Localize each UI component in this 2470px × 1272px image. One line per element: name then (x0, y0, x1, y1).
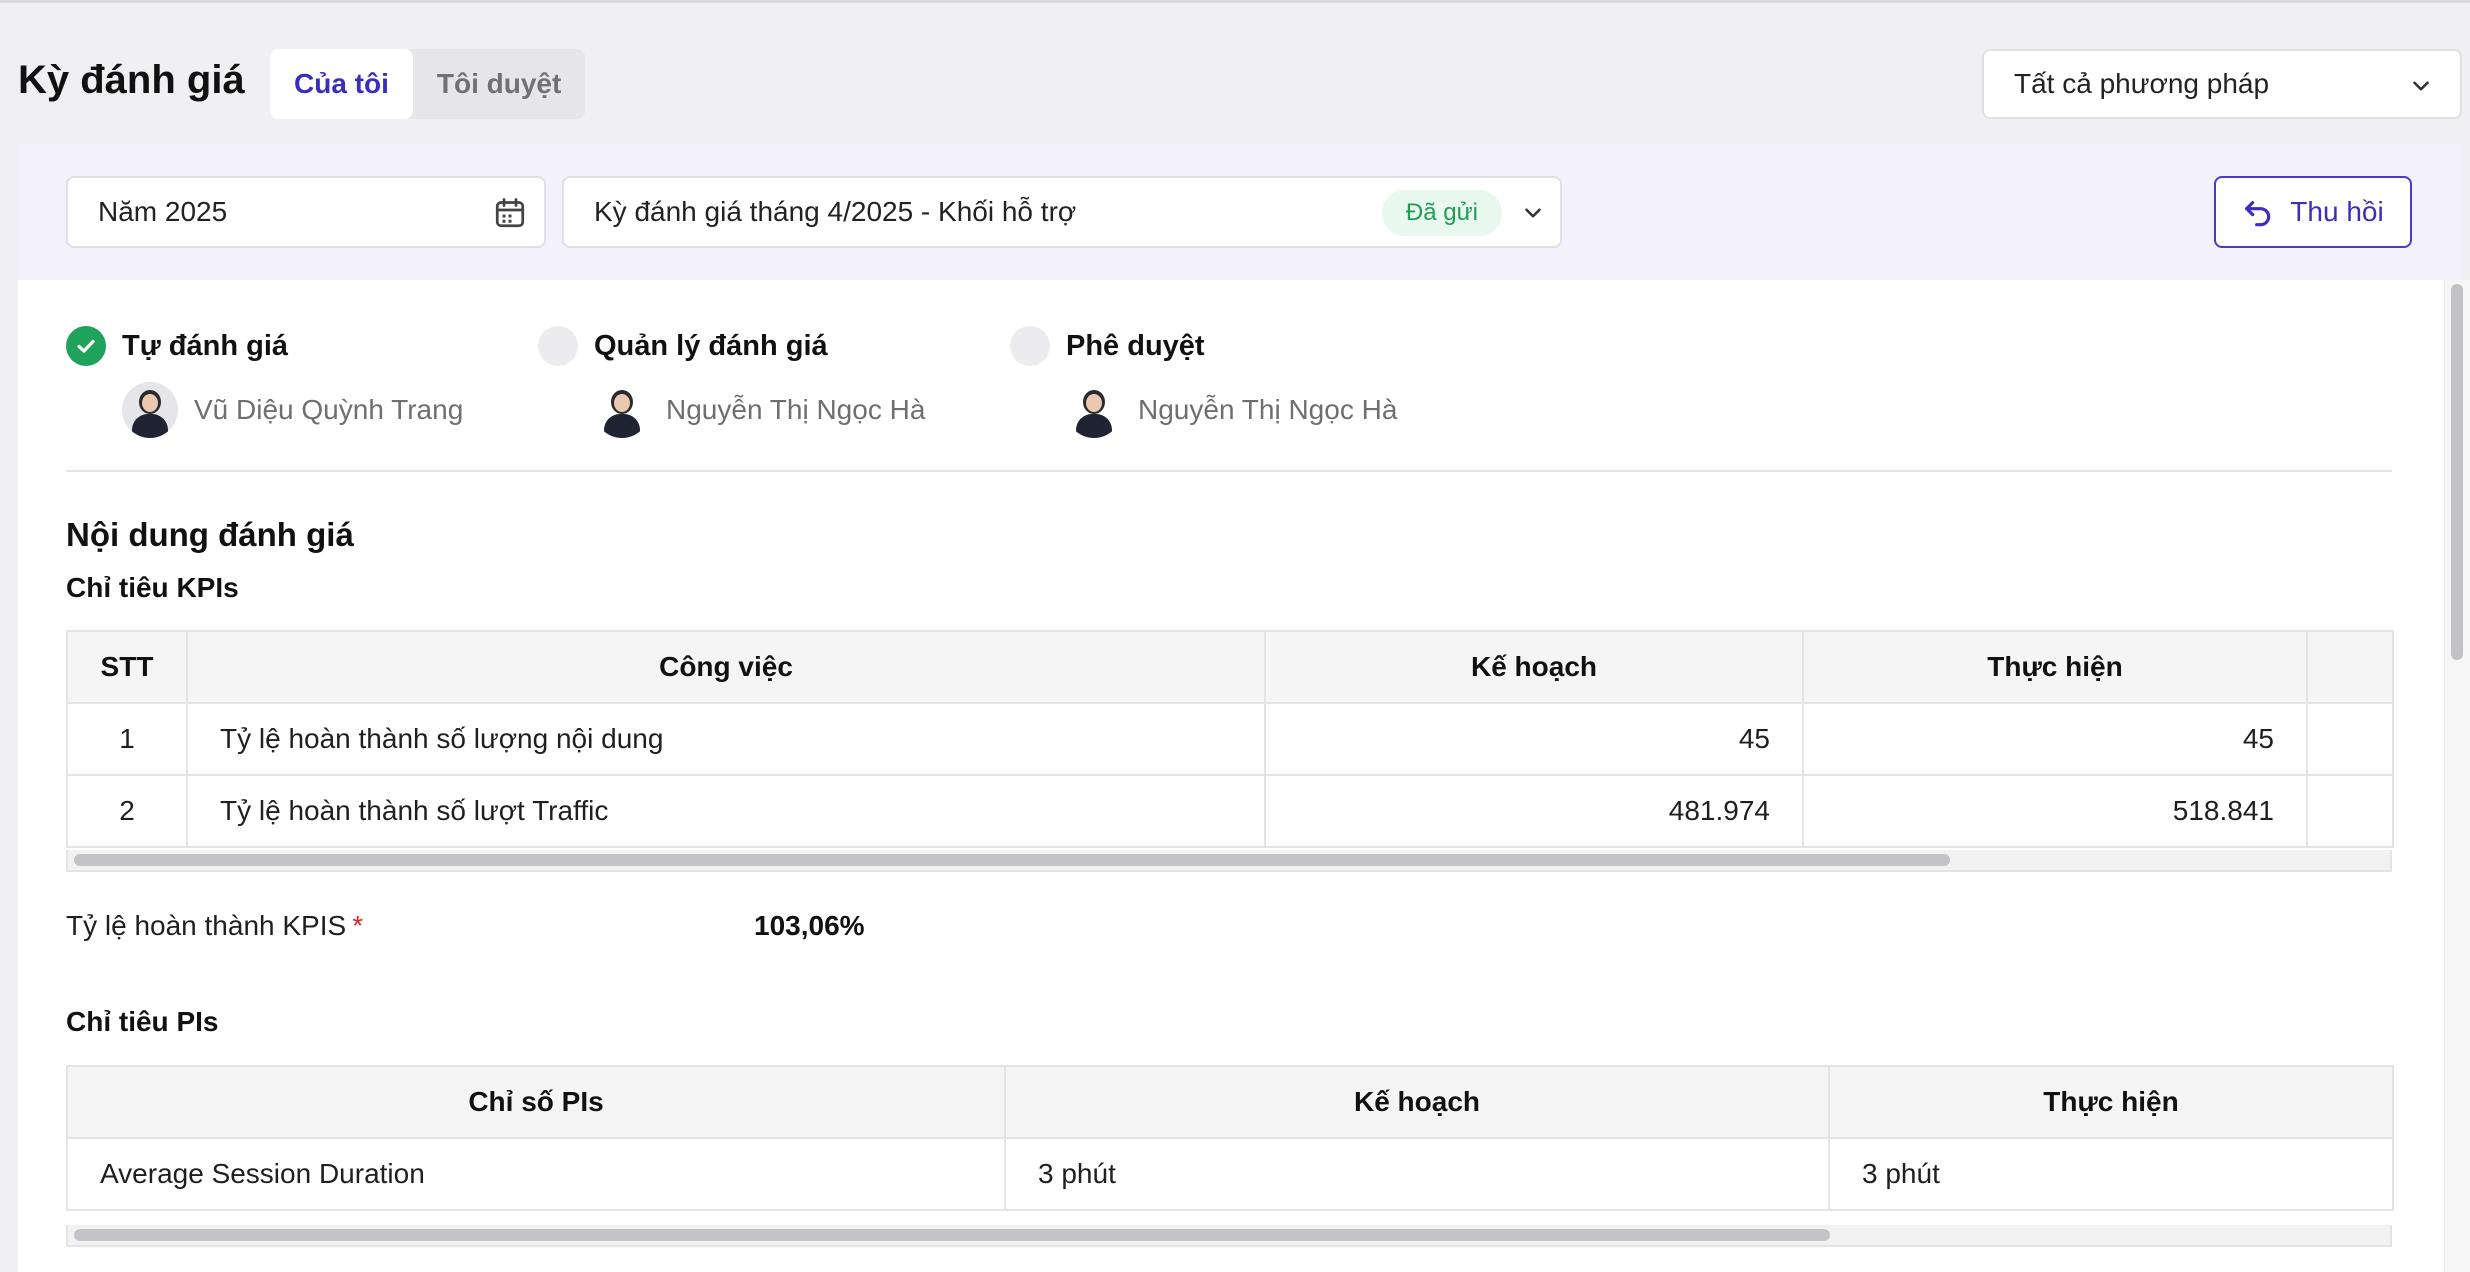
step-self-review: Tự đánh giá (66, 326, 288, 366)
filter-bar: Năm 2025 Kỳ đánh giá tháng 4/2025 - Khối… (18, 144, 2462, 280)
cell-plan: 3 phút (1004, 1137, 1830, 1211)
year-picker[interactable]: Năm 2025 (66, 176, 546, 248)
table-row: Average Session Duration 3 phút 3 phút (66, 1137, 2394, 1211)
cell-metric: Average Session Duration (66, 1137, 1006, 1211)
table-header-row: Chỉ số PIs Kế hoạch Thực hiện (66, 1065, 2394, 1139)
recall-button[interactable]: Thu hồi (2214, 176, 2412, 248)
cell-plan: 45 (1264, 702, 1804, 776)
kpi-section-title: Chỉ tiêu KPIs (66, 572, 239, 603)
avatar (594, 382, 650, 438)
method-select-value: Tất cả phương pháp (2014, 68, 2270, 99)
person-name: Vũ Diệu Quỳnh Trang (194, 394, 464, 425)
cell-overflow (2306, 774, 2394, 848)
cell-task: Tỷ lệ hoàn thành số lượt Traffic (186, 774, 1266, 848)
kpi-rate-label: Tỷ lệ hoàn thành KPIS * (66, 910, 364, 941)
step-label: Quản lý đánh giá (594, 329, 828, 362)
kpi-table: STT Công việc Kế hoạch Thực hiện 1 Tỷ lệ… (66, 630, 2394, 848)
step-label: Phê duyệt (1066, 329, 1205, 362)
step-person-approver: Nguyễn Thị Ngọc Hà (1066, 382, 1397, 438)
person-name: Nguyễn Thị Ngọc Hà (666, 394, 926, 425)
column-header: Kế hoạch (1264, 630, 1804, 704)
table-row: 1 Tỷ lệ hoàn thành số lượng nội dung 45 … (66, 702, 2394, 776)
check-icon (77, 339, 95, 353)
pi-horizontal-scrollbar[interactable] (66, 1225, 2392, 1247)
content-title: Nội dung đánh giá (66, 516, 354, 553)
tab-group: Của tôi Tôi duyệt (270, 49, 586, 119)
column-header: Chỉ số PIs (66, 1065, 1006, 1139)
table-header-row: STT Công việc Kế hoạch Thực hiện (66, 630, 2394, 704)
avatar (122, 382, 178, 438)
pi-section-title: Chỉ tiêu PIs (66, 1006, 219, 1037)
tab-mine[interactable]: Của tôi (270, 49, 413, 119)
undo-arrow-icon (2245, 201, 2271, 227)
top-border (0, 0, 2470, 3)
tab-to-approve[interactable]: Tôi duyệt (413, 49, 585, 119)
year-value: Năm 2025 (98, 196, 228, 227)
avatar (1066, 382, 1122, 438)
period-value: Kỳ đánh giá tháng 4/2025 - Khối hỗ trợ (594, 196, 1077, 227)
calendar-icon[interactable] (492, 195, 528, 231)
column-header: Công việc (186, 630, 1266, 704)
method-select[interactable]: Tất cả phương pháp (1982, 49, 2462, 119)
column-header: Kế hoạch (1004, 1065, 1830, 1139)
recall-label: Thu hồi (2290, 196, 2384, 227)
cell-actual: 518.841 (1802, 774, 2308, 848)
step-label: Tự đánh giá (122, 329, 288, 362)
table-row: 2 Tỷ lệ hoàn thành số lượt Traffic 481.9… (66, 774, 2394, 848)
kpi-rate-value: 103,06% (754, 910, 865, 941)
cell-plan: 481.974 (1264, 774, 1804, 848)
cell-stt: 2 (66, 774, 188, 848)
divider (66, 470, 2392, 472)
column-header-overflow (2306, 630, 2394, 704)
cell-overflow (2306, 702, 2394, 776)
kpi-horizontal-scrollbar[interactable] (66, 850, 2392, 872)
chevron-down-icon (2413, 81, 2429, 91)
kpi-scroll-thumb[interactable] (74, 854, 1950, 866)
step-done-indicator (66, 326, 106, 366)
pi-table: Chỉ số PIs Kế hoạch Thực hiện Average Se… (66, 1065, 2394, 1211)
chevron-down-icon (1525, 208, 1541, 218)
vertical-scrollbar[interactable] (2444, 280, 2470, 1272)
column-header: Thực hiện (1828, 1065, 2394, 1139)
pi-scroll-thumb[interactable] (74, 1229, 1830, 1241)
step-manager-review: Quản lý đánh giá (538, 326, 828, 366)
status-badge: Đã gửi (1381, 190, 1502, 236)
step-person-self: Vũ Diệu Quỳnh Trang (122, 382, 463, 438)
person-name: Nguyễn Thị Ngọc Hà (1138, 394, 1398, 425)
cell-stt: 1 (66, 702, 188, 776)
cell-actual: 45 (1802, 702, 2308, 776)
step-approval: Phê duyệt (1010, 326, 1205, 366)
step-pending-indicator (538, 326, 578, 366)
cell-task: Tỷ lệ hoàn thành số lượng nội dung (186, 702, 1266, 776)
page-title: Kỳ đánh giá (18, 58, 245, 102)
period-select[interactable]: Kỳ đánh giá tháng 4/2025 - Khối hỗ trợ Đ… (562, 176, 1562, 248)
required-mark: * (352, 910, 364, 941)
column-header: STT (66, 630, 188, 704)
column-header: Thực hiện (1802, 630, 2308, 704)
vertical-scroll-thumb[interactable] (2451, 284, 2463, 660)
step-pending-indicator (1010, 326, 1050, 366)
step-person-manager: Nguyễn Thị Ngọc Hà (594, 382, 925, 438)
cell-actual: 3 phút (1828, 1137, 2394, 1211)
